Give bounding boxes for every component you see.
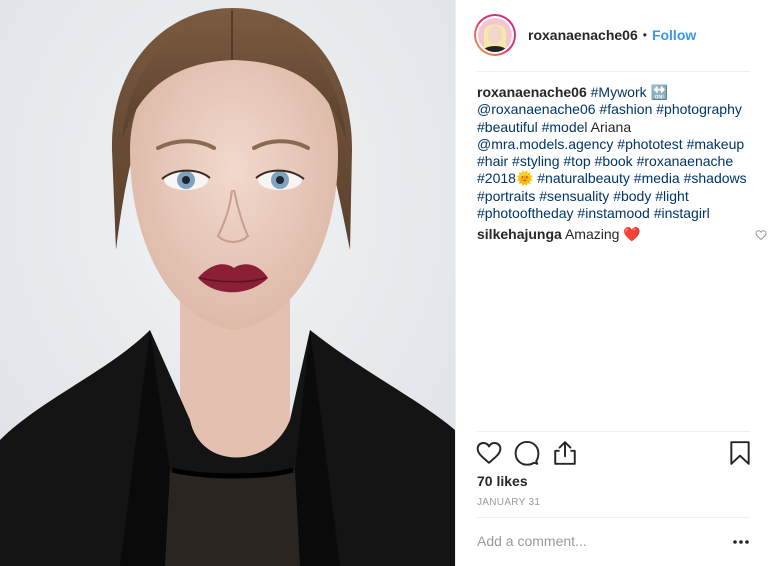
comment-item: silkehajunga Amazing ❤️ (477, 226, 767, 243)
hashtag-link[interactable]: #naturalbeauty (537, 170, 630, 186)
more-options-icon[interactable] (731, 535, 751, 549)
follow-button[interactable]: Follow (652, 27, 696, 43)
comment-text: Amazing (564, 226, 620, 243)
hashtag-link[interactable]: #model (542, 119, 588, 135)
caption: roxanaenache06 #Mywork 🔛 @roxanaenache06… (477, 84, 757, 222)
mention-link[interactable]: @roxanaenache06 (477, 101, 596, 117)
hashtag-link[interactable]: #phototest (617, 136, 682, 152)
post-date[interactable]: JANUARY 31 (477, 497, 540, 508)
likes-count[interactable]: 70 likes (477, 473, 528, 489)
mention-link[interactable]: @mra.models.agency (477, 136, 613, 152)
heart-emoji: ❤️ (623, 226, 641, 243)
hashtag-link[interactable]: #hair (477, 153, 508, 169)
post-header: roxanaenache06 • Follow (456, 0, 768, 70)
hashtag-link[interactable]: #2018 (477, 170, 516, 186)
hashtag-link[interactable]: #photography (656, 101, 742, 117)
caption-username[interactable]: roxanaenache06 (477, 84, 587, 100)
hashtag-link[interactable]: #book (595, 153, 633, 169)
comment-username[interactable]: silkehajunga (477, 226, 562, 242)
action-bar (476, 440, 751, 468)
avatar[interactable] (474, 14, 516, 56)
heart-icon[interactable] (476, 440, 502, 466)
username-link[interactable]: roxanaenache06 (528, 27, 638, 43)
caption-text: Ariana (587, 118, 632, 135)
hashtag-link[interactable]: #top (563, 153, 590, 169)
portrait-photo (0, 0, 455, 566)
caption-text: 🔛 (646, 84, 668, 100)
add-comment-divider (476, 517, 750, 518)
post-side-panel: roxanaenache06 • Follow roxanaenache06 #… (455, 0, 768, 566)
hashtag-link[interactable]: #media (634, 170, 680, 186)
hashtag-link[interactable]: #beautiful (477, 119, 538, 135)
hashtag-link[interactable]: #Mywork (591, 84, 647, 100)
hashtag-link[interactable]: #fashion (599, 101, 652, 117)
hashtag-link[interactable]: #portraits (477, 188, 535, 204)
comment-like-heart-icon[interactable] (755, 229, 767, 241)
hashtag-link[interactable]: #shadows (684, 170, 747, 186)
hashtag-link[interactable]: #styling (512, 153, 559, 169)
hashtag-link[interactable]: #roxanaenache (637, 153, 734, 169)
add-comment-input[interactable] (477, 533, 697, 549)
actions-divider (476, 431, 750, 432)
hashtag-link[interactable]: #sensuality (539, 188, 609, 204)
post-photo[interactable] (0, 0, 455, 566)
comments-section: roxanaenache06 #Mywork 🔛 @roxanaenache06… (477, 84, 767, 243)
caption-text: 🌞 (515, 170, 538, 187)
share-icon[interactable] (552, 440, 578, 466)
hashtag-link[interactable]: #body (613, 188, 651, 204)
hashtag-link[interactable]: #instamood (577, 205, 649, 221)
avatar-image (478, 18, 512, 52)
hashtag-link[interactable]: #photooftheday (477, 205, 574, 221)
header-divider (476, 71, 750, 72)
hashtag-link[interactable]: #light (655, 188, 688, 204)
separator-dot: • (642, 28, 647, 42)
hashtag-link[interactable]: #makeup (687, 136, 745, 152)
comment-bubble-icon[interactable] (514, 440, 540, 466)
hashtag-link[interactable]: #instagirl (654, 205, 710, 221)
bookmark-icon[interactable] (727, 440, 753, 466)
